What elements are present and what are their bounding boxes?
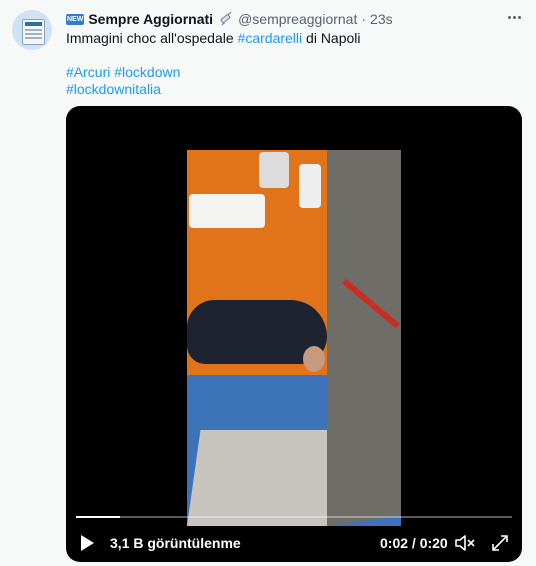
separator-dot: · xyxy=(361,11,367,27)
syringe-icon xyxy=(220,11,232,26)
display-name[interactable]: Sempre Aggiornati xyxy=(88,11,213,27)
hashtag-arcuri[interactable]: #Arcuri xyxy=(66,64,110,80)
progress-bar[interactable] xyxy=(76,516,512,518)
video-frame[interactable] xyxy=(187,150,401,526)
more-options-icon[interactable] xyxy=(504,8,524,26)
hashtag-cardarelli[interactable]: #cardarelli xyxy=(238,30,303,46)
hashtag-lockdownitalia[interactable]: #lockdownitalia xyxy=(66,81,161,97)
play-icon[interactable] xyxy=(78,534,96,552)
progress-fill xyxy=(76,516,120,518)
timestamp[interactable]: 23s xyxy=(370,11,393,27)
timecode: 0:02 / 0:20 xyxy=(380,535,448,551)
volume-icon[interactable] xyxy=(454,533,476,553)
video-player[interactable]: 3,1 B görüntülenme 0:02 / 0:20 xyxy=(66,106,522,562)
avatar[interactable] xyxy=(12,10,52,50)
user-handle[interactable]: @sempreaggiornat xyxy=(238,11,357,27)
tweet-header: NEW Sempre Aggiornati @sempreaggiornat ·… xyxy=(66,10,524,28)
tweet[interactable]: NEW Sempre Aggiornati @sempreaggiornat ·… xyxy=(0,0,536,566)
new-badge-icon: NEW xyxy=(66,13,85,25)
tweet-text: Immagini choc all'ospedale #cardarelli d… xyxy=(66,30,516,98)
hashtag-lockdown[interactable]: #lockdown xyxy=(114,64,180,80)
tweet-text-after: di Napoli xyxy=(302,30,361,46)
newspaper-icon xyxy=(22,19,45,45)
view-count: 3,1 B görüntülenme xyxy=(110,535,241,551)
video-controls: 3,1 B görüntülenme 0:02 / 0:20 xyxy=(66,524,522,562)
tweet-text-before: Immagini choc all'ospedale xyxy=(66,30,238,46)
fullscreen-icon[interactable] xyxy=(490,533,510,553)
